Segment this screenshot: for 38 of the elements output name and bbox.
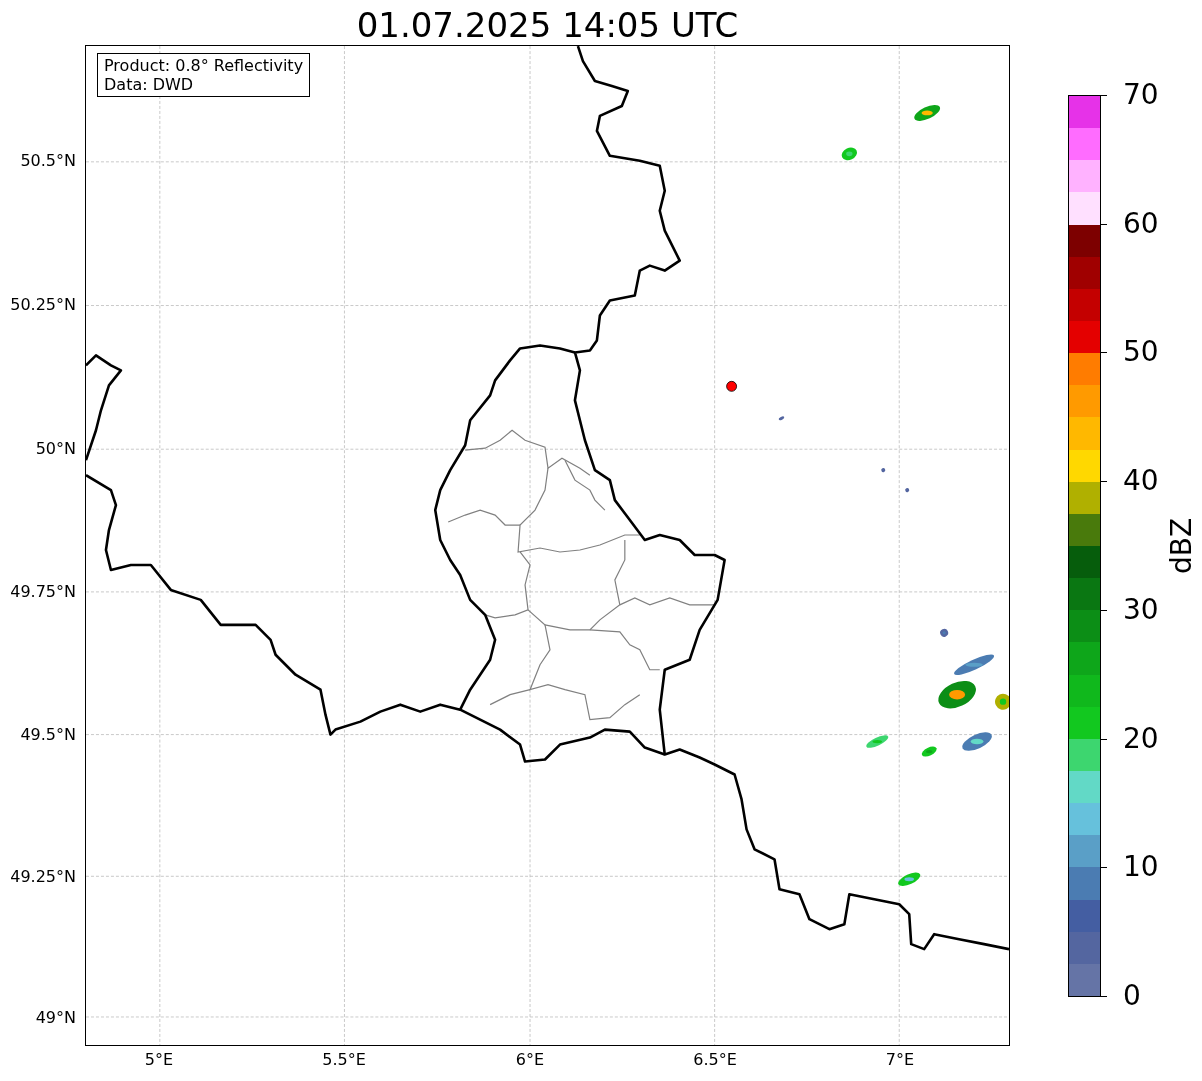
latitude-label: 49.5°N xyxy=(20,725,76,745)
latitude-label: 50°N xyxy=(35,439,76,459)
latitude-label: 49°N xyxy=(35,1008,76,1028)
radar-echo xyxy=(841,147,857,161)
latitude-label: 50.25°N xyxy=(10,295,76,315)
radar-echo xyxy=(905,488,910,493)
colorbar-tick-label: 40 xyxy=(1123,465,1159,498)
latitude-label: 50.5°N xyxy=(20,151,76,171)
colorbar-tick-label: 0 xyxy=(1123,980,1141,1012)
radar-echo xyxy=(962,732,992,751)
colorbar-label: dBZ xyxy=(1166,516,1198,576)
radar-echo xyxy=(914,104,941,121)
colorbar-tick-label: 60 xyxy=(1123,207,1159,240)
radar-echo xyxy=(940,628,949,637)
latitude-label: 49.75°N xyxy=(10,582,76,602)
longitude-label: 6.5°E xyxy=(692,1050,738,1070)
colorbar-tick-label: 30 xyxy=(1123,593,1159,626)
radar-echo xyxy=(866,735,889,748)
radar-echo xyxy=(881,468,886,473)
colorbar-tick-label: 20 xyxy=(1123,722,1159,755)
latitude-label: 49.25°N xyxy=(10,867,76,887)
radar-echo xyxy=(921,746,937,757)
info-text: Data: DWD xyxy=(104,75,195,94)
longitude-label: 6°E xyxy=(514,1050,546,1070)
chart-title: 01.07.2025 14:05 UTC xyxy=(355,4,740,46)
colorbar-tick-label: 50 xyxy=(1123,336,1159,369)
colorbar-tick-label: 10 xyxy=(1123,851,1159,884)
location-marker xyxy=(726,380,737,392)
info-text: Product: 0.8° Reflectivity xyxy=(104,56,304,75)
longitude-label: 7°E xyxy=(884,1050,916,1070)
colorbar-tick-label: 70 xyxy=(1123,79,1159,111)
longitude-label: 5.5°E xyxy=(321,1050,367,1070)
radar-echo xyxy=(778,416,785,421)
radar-echo xyxy=(938,680,976,709)
radar-echo xyxy=(954,654,995,676)
radar-echo xyxy=(898,872,921,887)
radar-echo xyxy=(995,693,1010,710)
longitude-label: 5°E xyxy=(143,1050,175,1070)
